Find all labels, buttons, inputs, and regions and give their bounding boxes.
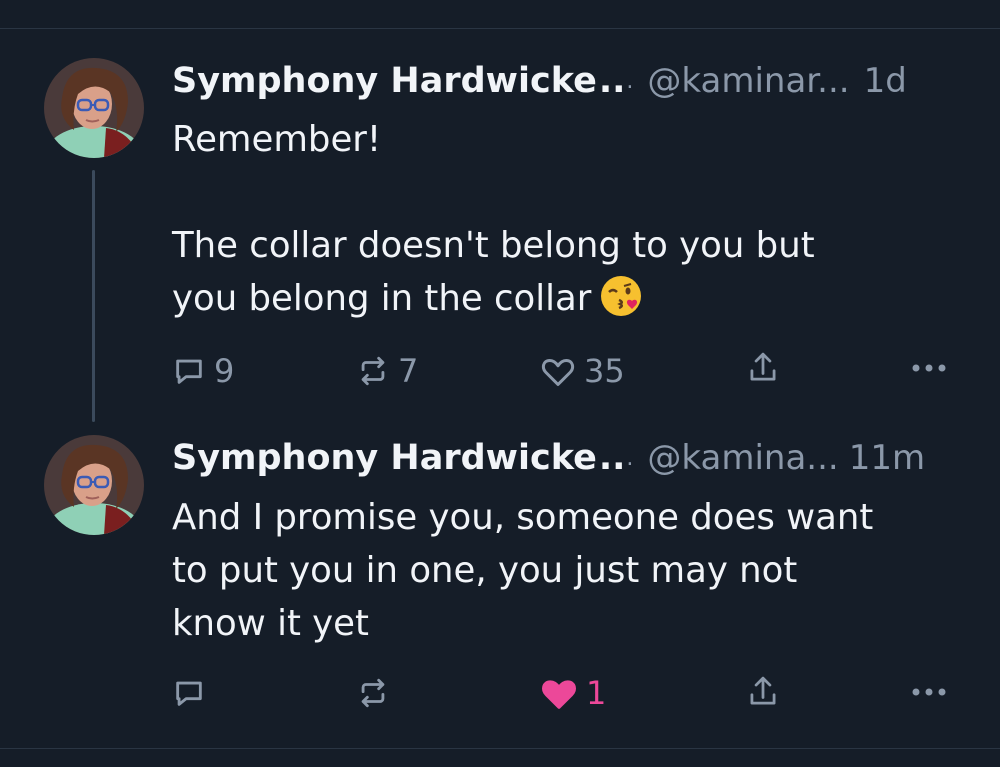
post-text-content: And I promise you, someone does want to … [172, 497, 874, 644]
share-button[interactable] [746, 674, 780, 710]
more-options-button[interactable] [910, 682, 948, 702]
like-button[interactable]: 35 [540, 352, 625, 390]
heart-icon [541, 359, 575, 386]
reply-button[interactable] [172, 676, 214, 710]
handle[interactable]: @kaminar... [647, 61, 849, 101]
name-ellipsis-small: . [626, 68, 634, 94]
share-icon [750, 676, 776, 705]
name-ellipsis: .. [598, 61, 626, 101]
reply-icon [176, 359, 202, 384]
repost-icon [361, 678, 385, 708]
more-options-button[interactable] [910, 358, 948, 378]
name-ellipsis-small: . [626, 445, 634, 471]
top-divider [0, 28, 1000, 29]
avatar[interactable] [44, 435, 144, 535]
timestamp[interactable]: 1d [864, 61, 907, 101]
display-name[interactable]: Symphony Hardwicke [172, 438, 597, 478]
reply-count: 9 [214, 352, 235, 390]
kissing-wink-face-emoji-icon [599, 274, 643, 318]
repost-count: 7 [398, 352, 419, 390]
post-header: Symphony Hardwicke .. . @kamina... 11m [172, 435, 972, 481]
post-header: Symphony Hardwicke .. . @kaminar... 1d [172, 58, 972, 104]
timestamp[interactable]: 11m [849, 438, 925, 478]
repost-button[interactable]: 7 [356, 352, 418, 390]
handle[interactable]: @kamina... [647, 438, 838, 478]
avatar[interactable] [44, 58, 144, 158]
post-text-content: Remember! The collar doesn't belong to y… [172, 119, 815, 319]
post-text: Remember! The collar doesn't belong to y… [172, 113, 972, 325]
post-text: And I promise you, someone does want to … [172, 491, 972, 650]
name-ellipsis: .. [598, 438, 626, 478]
like-button[interactable]: 1 [540, 674, 606, 712]
heart-filled-icon [542, 680, 576, 709]
share-button[interactable] [746, 350, 780, 386]
thread-line [92, 170, 95, 422]
display-name[interactable]: Symphony Hardwicke [172, 61, 597, 101]
repost-icon [361, 356, 385, 386]
bottom-divider [0, 748, 1000, 749]
like-count: 35 [584, 352, 625, 390]
share-icon [750, 352, 776, 381]
more-horizontal-icon [912, 688, 946, 696]
more-horizontal-icon [912, 364, 946, 372]
reply-button[interactable]: 9 [172, 352, 234, 390]
reply-icon [176, 681, 202, 706]
repost-button[interactable] [356, 676, 398, 710]
like-count: 1 [586, 674, 607, 712]
